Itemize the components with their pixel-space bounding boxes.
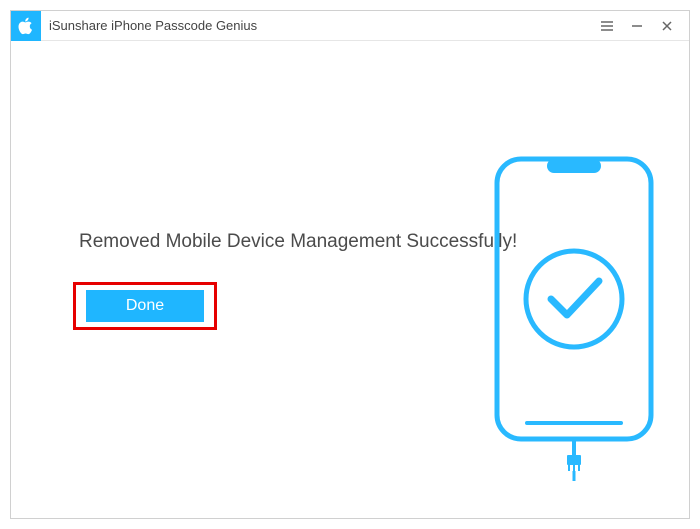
app-window: iSunshare iPhone Passcode Genius Removed… bbox=[10, 10, 690, 519]
done-button[interactable]: Done bbox=[86, 290, 204, 322]
menu-icon[interactable] bbox=[599, 18, 615, 34]
window-title: iSunshare iPhone Passcode Genius bbox=[49, 18, 599, 33]
status-message: Removed Mobile Device Management Success… bbox=[79, 231, 517, 253]
close-icon[interactable] bbox=[659, 18, 675, 34]
titlebar: iSunshare iPhone Passcode Genius bbox=[11, 11, 689, 41]
window-controls bbox=[599, 18, 683, 34]
phone-success-illustration bbox=[489, 151, 659, 486]
app-logo-icon bbox=[11, 11, 41, 41]
minimize-icon[interactable] bbox=[629, 18, 645, 34]
main-content: Removed Mobile Device Management Success… bbox=[11, 41, 689, 518]
done-highlight-box: Done bbox=[73, 282, 217, 330]
window-frame: iSunshare iPhone Passcode Genius Removed… bbox=[0, 0, 700, 529]
